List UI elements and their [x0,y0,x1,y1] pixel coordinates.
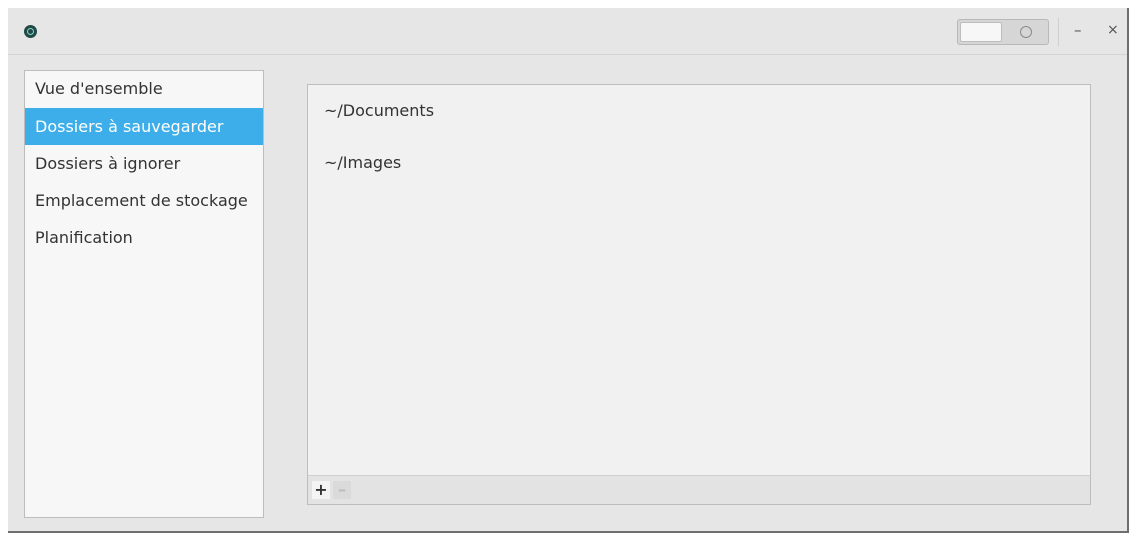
app-window: – × Vue d'ensemble Dossiers à sauvegarde… [8,8,1129,533]
minimize-button[interactable]: – [1074,20,1082,40]
toggle-knob[interactable] [960,22,1002,42]
list-item[interactable]: ~/Documents [308,85,1090,137]
list-item[interactable]: ~/Images [308,137,1090,189]
sidebar-item-schedule[interactable]: Planification [25,219,263,256]
close-button[interactable]: × [1107,20,1119,40]
folder-list-panel: ~/Documents ~/Images + – [307,84,1091,505]
circle-off-icon [1020,26,1032,38]
folder-list: ~/Documents ~/Images [308,85,1090,189]
on-off-toggle[interactable] [957,19,1049,45]
add-folder-button[interactable]: + [312,481,330,499]
sidebar-item-excluded-folders[interactable]: Dossiers à ignorer [25,145,263,182]
title-bar[interactable]: – × [8,8,1127,55]
sidebar: Vue d'ensemble Dossiers à sauvegarder Do… [24,70,264,518]
sidebar-item-backup-folders[interactable]: Dossiers à sauvegarder [25,108,263,145]
titlebar-divider [1058,18,1059,46]
sidebar-item-overview[interactable]: Vue d'ensemble [25,71,263,108]
remove-folder-button[interactable]: – [333,481,351,499]
sidebar-item-storage-location[interactable]: Emplacement de stockage [25,182,263,219]
list-toolbar: + – [308,475,1090,504]
app-logo-icon [24,25,37,38]
